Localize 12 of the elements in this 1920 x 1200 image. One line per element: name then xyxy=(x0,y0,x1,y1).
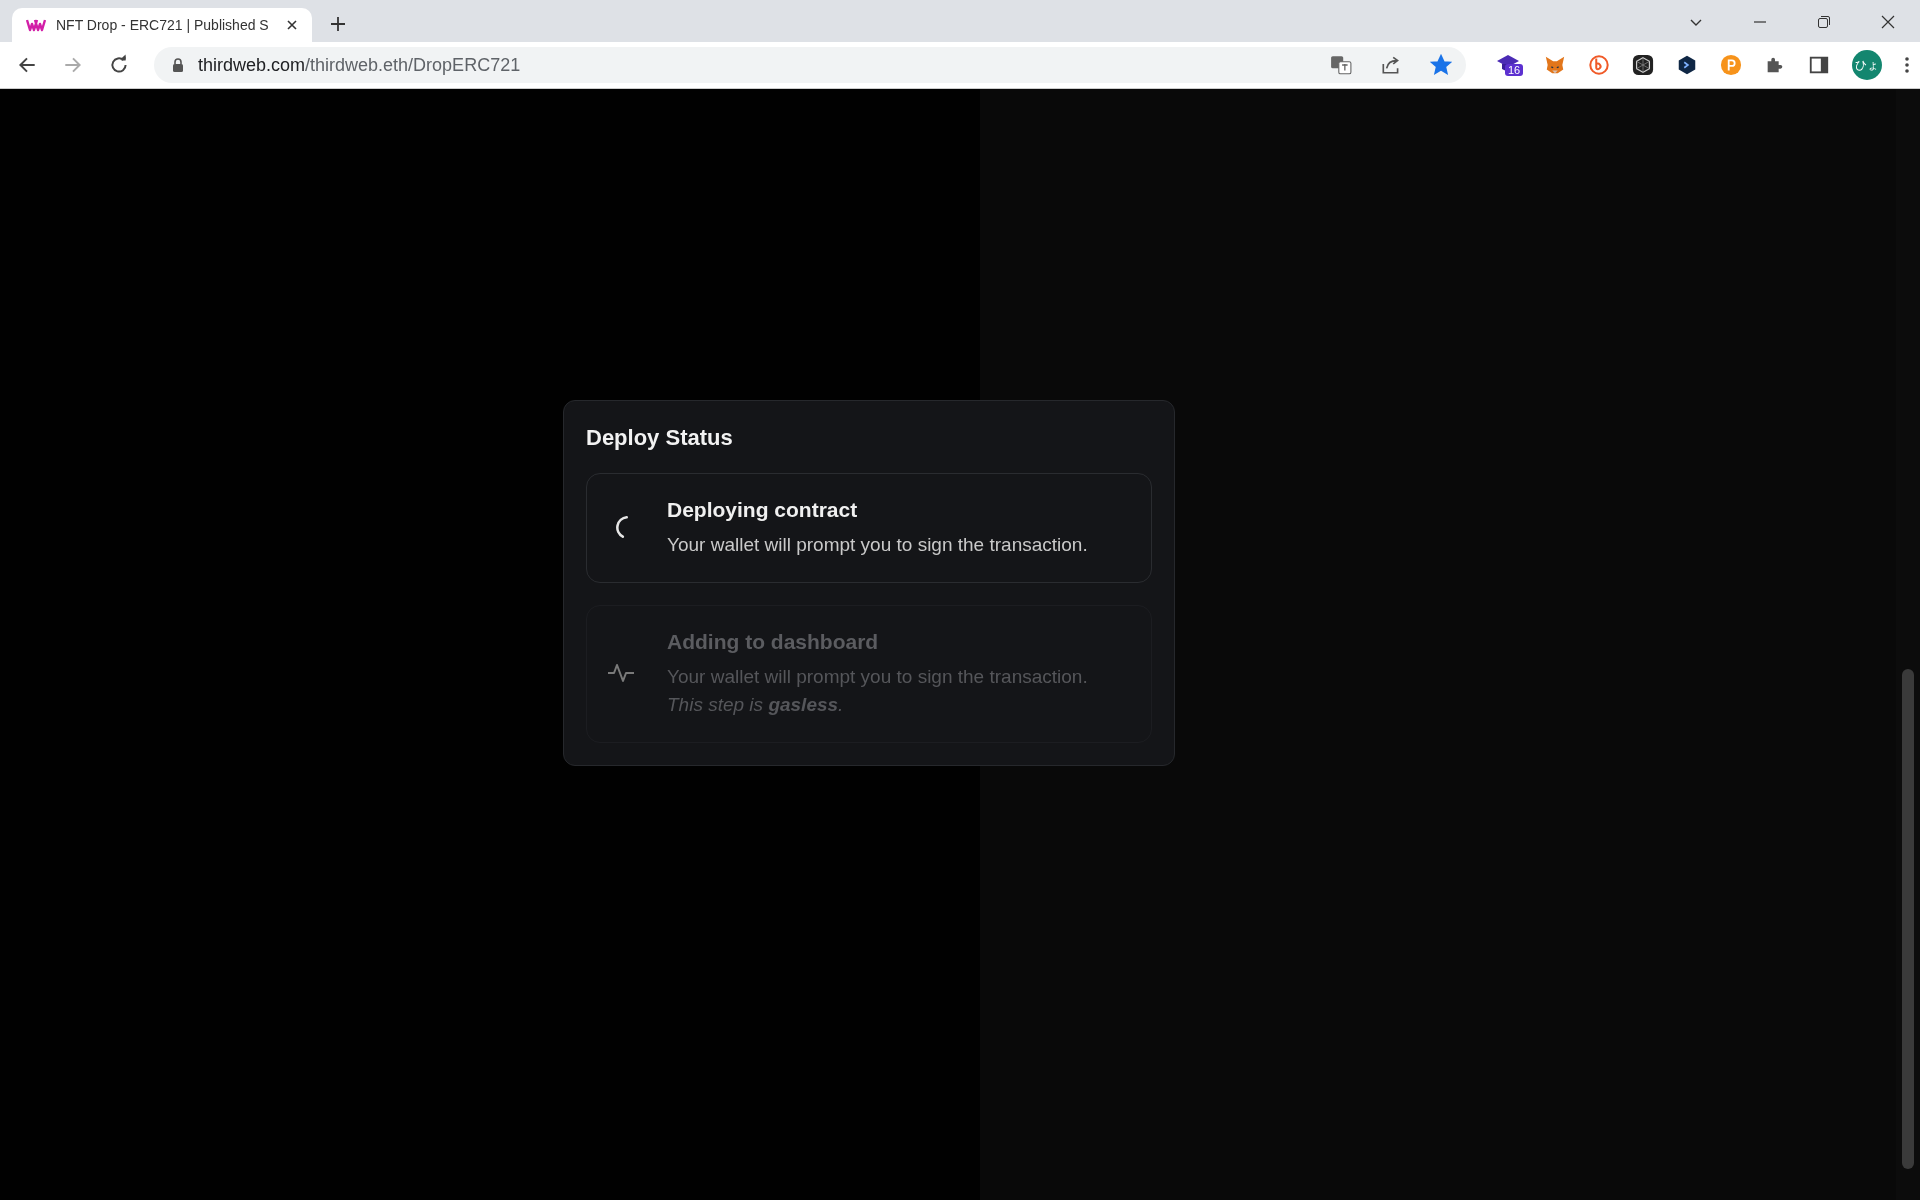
url-text: thirdweb.com/thirdweb.eth/DropERC721 xyxy=(198,54,521,76)
step-description: Your wallet will prompt you to sign the transaction. xyxy=(667,666,1088,688)
step-description: Your wallet will prompt you to sign the transaction. xyxy=(667,534,1088,556)
step-note: This step is gasless. xyxy=(667,694,845,716)
address-bar[interactable]: thirdweb.com/thirdweb.eth/DropERC721 xyxy=(154,47,1466,83)
extension-badge: 16 xyxy=(1505,64,1524,76)
browser-tab[interactable]: NFT Drop - ERC721 | Published S xyxy=(12,8,312,42)
step-title: Deploying contract xyxy=(667,498,859,522)
dialog-title: Deploy Status xyxy=(586,425,734,451)
step-title: Adding to dashboard xyxy=(667,630,880,654)
tab-title: NFT Drop - ERC721 | Published S xyxy=(56,17,270,33)
profile-avatar[interactable]: ひょ xyxy=(1852,50,1882,80)
